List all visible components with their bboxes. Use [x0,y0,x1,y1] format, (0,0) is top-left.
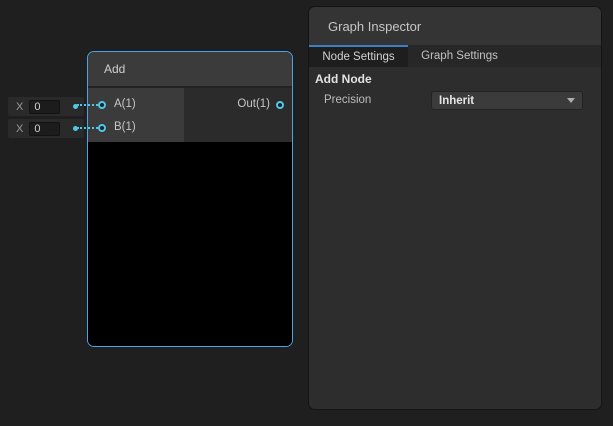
node-title: Add [104,62,125,76]
input-port-a[interactable] [98,101,106,109]
inspector-content: Add Node Precision Inherit [309,67,601,409]
chevron-down-icon [567,98,575,103]
port-row: Out(1) [237,98,284,111]
precision-label: Precision [324,94,371,106]
precision-field-row: Precision Inherit [309,91,601,111]
add-node[interactable]: Add A(1) B(1) Out(1) [87,51,293,347]
precision-dropdown[interactable]: Inherit [431,91,583,110]
edge-connector [77,127,98,129]
graph-inspector-panel: Graph Inspector Node Settings Graph Sett… [309,7,601,409]
port-row: B(1) [98,121,136,134]
node-preview [88,142,292,346]
dropdown-value: Inherit [439,95,567,107]
port-label: Out(1) [237,98,270,111]
default-value-widget-b: X [8,119,84,138]
node-title-bar[interactable]: Add [88,52,292,88]
node-ports-section: A(1) B(1) Out(1) [88,88,292,142]
axis-label-x[interactable]: X [16,123,23,135]
inspector-title: Graph Inspector [328,19,421,34]
output-port[interactable] [276,101,284,109]
tab-graph-settings[interactable]: Graph Settings [408,45,511,67]
port-label: A(1) [114,98,136,111]
input-port-b[interactable] [98,124,106,132]
inspector-header[interactable]: Graph Inspector [309,7,601,45]
default-value-widget-a: X [8,97,84,116]
inspector-tabbar: Node Settings Graph Settings [309,45,601,67]
axis-label-x[interactable]: X [16,101,23,113]
value-field-b[interactable] [29,122,60,136]
port-row: A(1) [98,98,136,111]
port-label: B(1) [114,121,136,134]
node-output-ports: Out(1) [184,88,292,142]
node-input-ports: A(1) B(1) [88,88,184,142]
value-field-a[interactable] [29,100,60,114]
tab-node-settings[interactable]: Node Settings [309,45,408,67]
edge-connector [77,104,98,106]
section-heading: Add Node [315,73,601,86]
